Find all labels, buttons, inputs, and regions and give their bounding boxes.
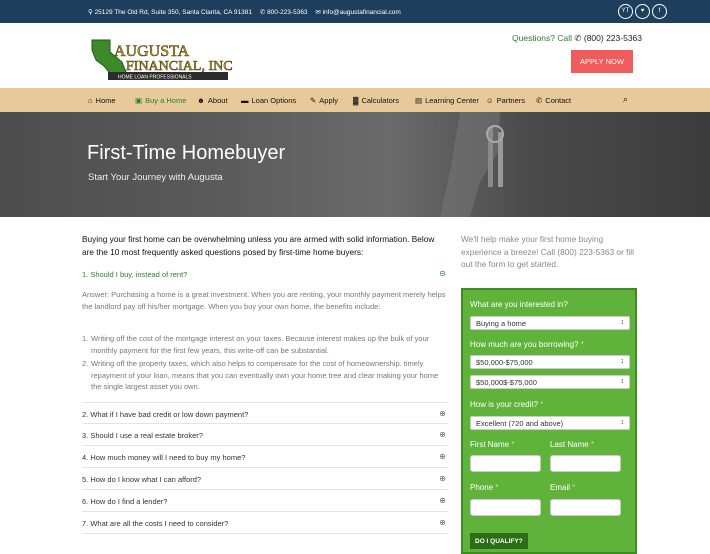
- faq-question[interactable]: 4. How much money will I need to buy my …: [82, 446, 448, 468]
- nav-apply[interactable]: ✎ Apply: [310, 96, 338, 105]
- faq-question[interactable]: 6. How do I find a lender? ⊕: [82, 490, 448, 512]
- email-input[interactable]: [550, 499, 621, 516]
- interest-label: What are you interested in?: [470, 300, 568, 309]
- select-arrow-icon: ↕: [620, 358, 625, 365]
- first-name-label: First Name *: [470, 440, 515, 449]
- faq-question[interactable]: 7. What are all the costs I need to cons…: [82, 512, 448, 534]
- questions-text: Questions? Call: [512, 33, 573, 43]
- email-label: Email *: [550, 483, 576, 492]
- nav-calculators[interactable]: ▓ Calculators: [353, 96, 399, 105]
- do-i-qualify-button[interactable]: DO I QUALIFY?: [470, 533, 528, 549]
- logo-line2: FINANCIAL, INC: [126, 59, 233, 74]
- borrow-select[interactable]: $50,000-$75,000 ↕: [470, 355, 630, 369]
- header-phone[interactable]: ✆ (800) 223-5363: [574, 33, 642, 43]
- nav-about[interactable]: ☻ About: [197, 96, 228, 105]
- phone-icon: ✆: [536, 96, 543, 105]
- expand-icon[interactable]: ⊕: [439, 452, 446, 461]
- phone-input[interactable]: [470, 499, 541, 516]
- logo-tagline: HOME LOAN PROFESSIONALS: [118, 75, 192, 81]
- chart-icon: ▓: [353, 96, 359, 105]
- select-arrow-icon: ↕: [620, 378, 625, 385]
- page-subtitle: Start Your Journey with Augusta: [88, 172, 223, 183]
- expand-icon[interactable]: ⊕: [439, 474, 446, 483]
- keys-hand-image: [440, 112, 504, 217]
- money-icon: ▬: [241, 96, 249, 105]
- select-arrow-icon: ↕: [620, 419, 625, 426]
- phone-label: Phone *: [470, 483, 499, 492]
- top-bar: ⚲ 25129 The Old Rd, Suite 350, Santa Cla…: [0, 0, 710, 23]
- faq-question[interactable]: 2. What if I have bad credit or low down…: [82, 402, 448, 424]
- youtube-icon[interactable]: YT: [618, 4, 633, 19]
- last-name-label: Last Name *: [550, 440, 595, 449]
- book-icon: ▤: [415, 96, 423, 105]
- interest-select[interactable]: Buying a home ↕: [470, 316, 630, 330]
- people-icon: ☻: [197, 96, 205, 105]
- faq-question[interactable]: 5. How do I know what I can afford? ⊕: [82, 468, 448, 490]
- nav-loan-options[interactable]: ▬ Loan Options: [241, 96, 296, 105]
- nav-buy-a-home[interactable]: ▣ Buy a Home: [135, 96, 186, 105]
- first-name-input[interactable]: [470, 455, 541, 472]
- site-header: AUGUSTA FINANCIAL, INC HOME LOAN PROFESS…: [0, 23, 710, 87]
- search-icon[interactable]: ⌕: [623, 94, 628, 105]
- expand-icon[interactable]: ⊕: [439, 518, 446, 527]
- cart-icon: ▣: [135, 96, 143, 105]
- home-icon: ⌂: [88, 96, 93, 105]
- nav-partners[interactable]: ☺ Partners: [486, 96, 525, 105]
- qualify-form: What are you interested in? Buying a hom…: [461, 288, 637, 554]
- logo-line1: AUGUSTA: [114, 43, 190, 60]
- borrow-select-2[interactable]: $50,000$-$75,000 ↕: [470, 375, 630, 389]
- augusta-logo[interactable]: AUGUSTA FINANCIAL, INC HOME LOAN PROFESS…: [88, 38, 238, 82]
- phone-link[interactable]: ✆ 800-223-5363: [260, 9, 308, 16]
- expand-icon[interactable]: ⊕: [439, 430, 446, 439]
- questions-call: Questions? Call ✆ (800) 223-5363: [512, 33, 642, 44]
- contact-info: ⚲ 25129 The Old Rd, Suite 350, Santa Cla…: [88, 8, 407, 16]
- edit-icon: ✎: [310, 96, 317, 105]
- apply-now-button[interactable]: APPLY NOW: [571, 50, 633, 73]
- faq-question-label: 1. Should I buy, instead of rent?: [82, 270, 188, 279]
- expand-icon[interactable]: ⊕: [439, 496, 446, 505]
- main-nav: ⌂ Home ▣ Buy a Home ☻ About ▬ Loan Options ✎…: [0, 88, 710, 112]
- email-link[interactable]: ✉ info@augustafinancial.com: [315, 9, 400, 16]
- faq-answer: Answer: Purchasing a home is a great inv…: [82, 290, 446, 311]
- expand-icon[interactable]: ⊕: [439, 409, 446, 418]
- nav-learning-center[interactable]: ▤ Learning Center: [415, 96, 479, 105]
- borrow-label: How much are you borrowing? *: [470, 340, 584, 349]
- credit-select[interactable]: Excellent (720 and above) ↕: [470, 416, 630, 430]
- page-title: First-Time Homebuyer: [87, 142, 286, 164]
- sidebar-intro: We'll help make your first home buying e…: [461, 234, 634, 269]
- heart-icon[interactable]: ♥: [635, 4, 650, 19]
- facebook-icon[interactable]: f: [652, 4, 667, 19]
- faq-question[interactable]: 3. Should I use a real estate broker? ⊕: [82, 424, 448, 446]
- faq-question-open[interactable]: 1. Should I buy, instead of rent? ⊝: [82, 263, 448, 285]
- benefit-item: 2. Writing off the property taxes, which…: [82, 359, 439, 391]
- credit-label: How is your credit? *: [470, 400, 544, 409]
- nav-contact[interactable]: ✆ Contact: [536, 96, 571, 105]
- address-text: ⚲ 25129 The Old Rd, Suite 350, Santa Cla…: [88, 9, 252, 16]
- faq-intro: Buying your first home can be overwhelmi…: [82, 234, 435, 257]
- last-name-input[interactable]: [550, 455, 621, 472]
- select-arrow-icon: ↕: [620, 319, 625, 326]
- person-icon: ☺: [486, 96, 494, 105]
- collapse-icon[interactable]: ⊝: [439, 269, 446, 278]
- nav-home[interactable]: ⌂ Home: [88, 96, 116, 105]
- hero-banner: First-Time Homebuyer Start Your Journey …: [0, 112, 710, 217]
- benefit-item: 1. Writing off the cost of the mortgage …: [82, 334, 430, 355]
